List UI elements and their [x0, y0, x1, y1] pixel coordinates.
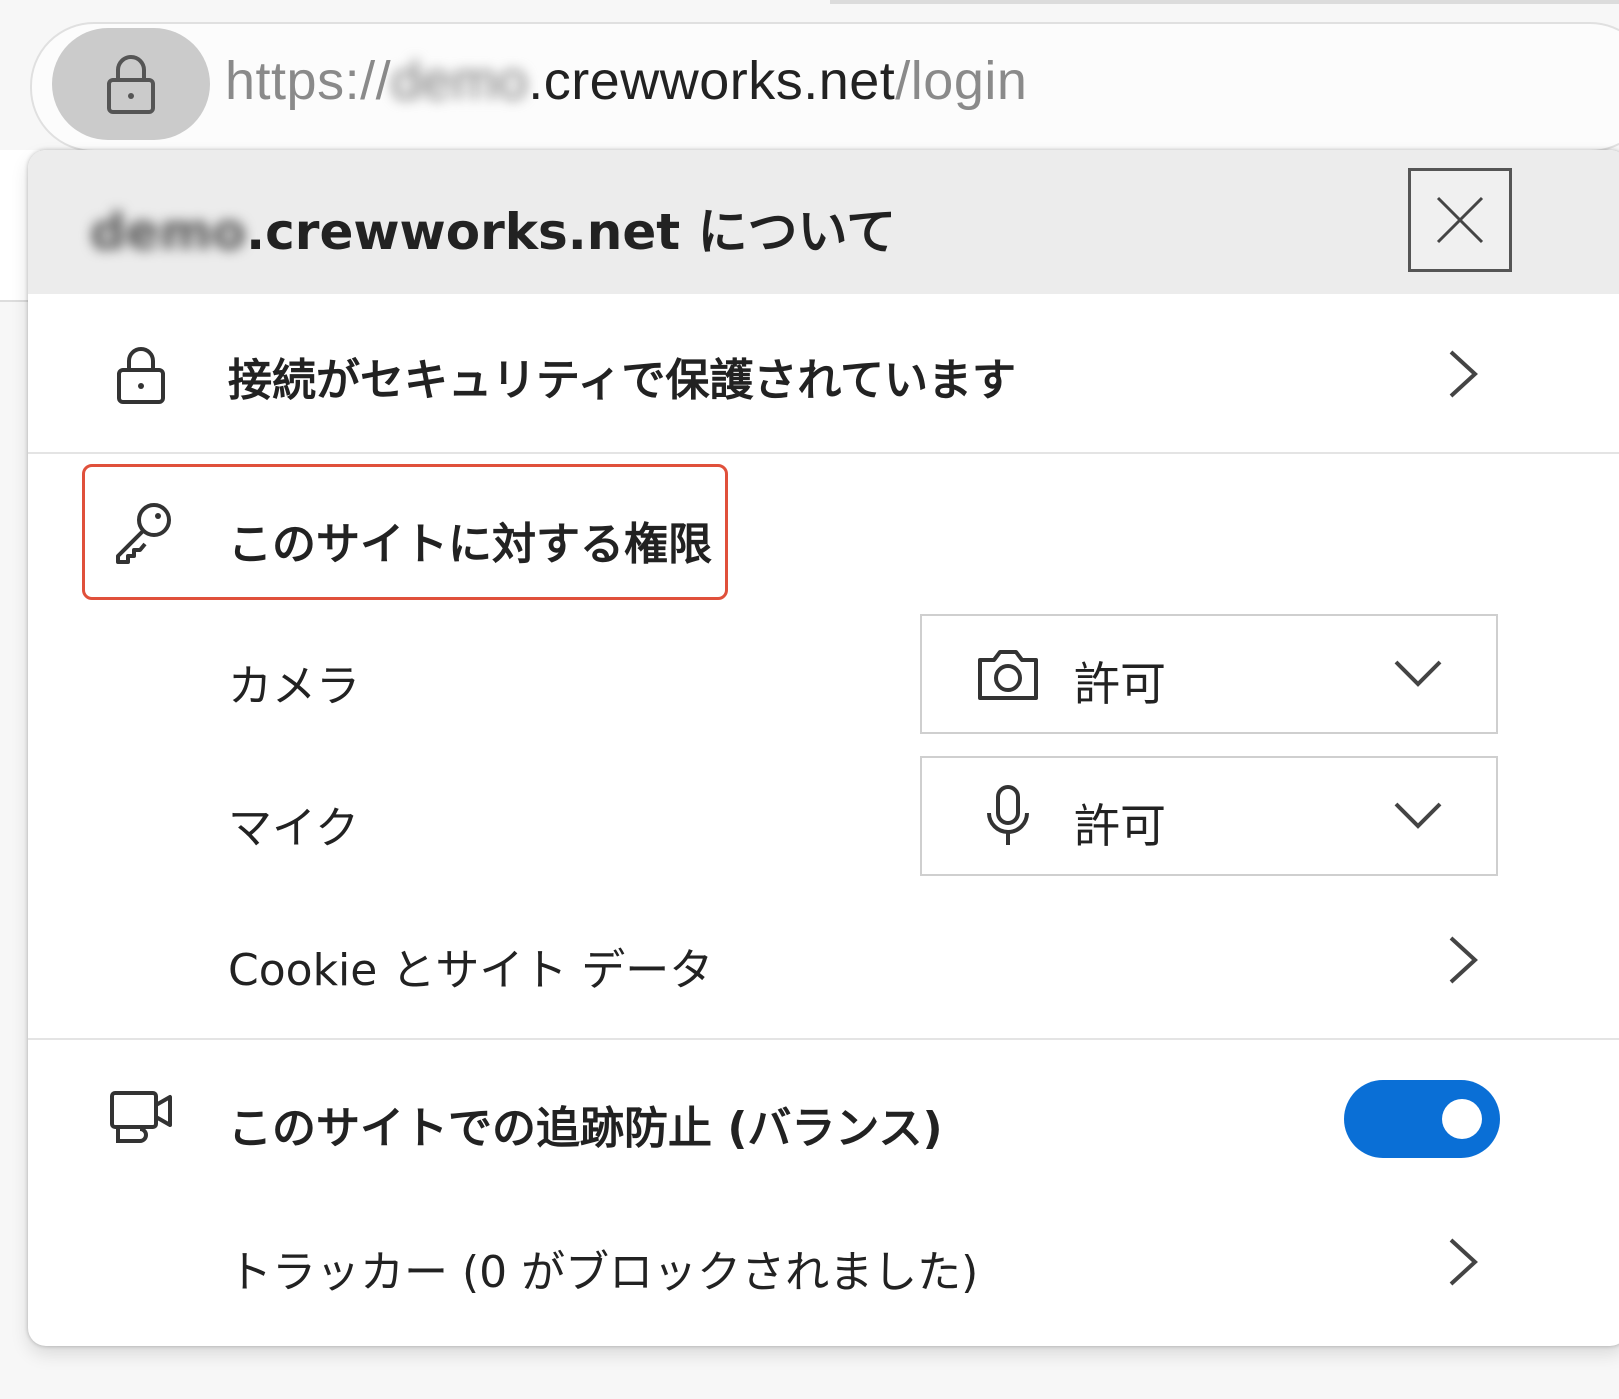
connection-security-row[interactable]: 接続がセキュリティで保護されています [28, 294, 1619, 452]
microphone-label: マイク [228, 803, 360, 854]
chevron-right-icon [1443, 1236, 1483, 1292]
chevron-right-icon [1443, 934, 1483, 990]
url-text[interactable]: https://demo.crewworks.net/login [225, 50, 1027, 112]
tab-strip-edge [830, 0, 1619, 4]
url-scheme: https:// [225, 51, 392, 111]
close-button[interactable] [1408, 168, 1512, 272]
browser-window: 【 https://demo.crewworks.net/login demo.… [0, 0, 1619, 1399]
camera-icon [974, 640, 1042, 708]
url-host: .crewworks.net [528, 51, 896, 111]
tracking-prevention-icon [108, 1084, 178, 1154]
url-path: /login [895, 51, 1028, 111]
camera-label: カメラ [228, 661, 360, 712]
flyout-title: demo.crewworks.net について [90, 192, 896, 264]
site-info-button[interactable] [52, 28, 210, 140]
cookies-label: Cookie とサイト データ [228, 945, 714, 996]
trackers-label: トラッカー (0 がブロックされました) [228, 1247, 979, 1298]
trackers-row[interactable]: トラッカー (0 がブロックされました) [28, 1190, 1619, 1340]
flyout-header: demo.crewworks.net について [28, 150, 1619, 294]
lock-icon [108, 342, 174, 408]
connection-label: 接続がセキュリティで保護されています [228, 355, 1017, 406]
microphone-icon [974, 782, 1042, 850]
camera-permission-value: 許可 [1074, 657, 1166, 711]
divider [28, 452, 1619, 454]
url-blurred-subdomain: demo [391, 51, 529, 111]
lock-icon [107, 55, 155, 114]
highlight-annotation [82, 464, 728, 600]
tracking-prevention-toggle[interactable] [1344, 1080, 1500, 1158]
microphone-permission-value: 許可 [1074, 799, 1166, 853]
toggle-knob [1442, 1099, 1482, 1139]
title-blurred-subdomain: demo [90, 203, 247, 261]
camera-permission-select[interactable]: 許可 [920, 614, 1498, 734]
tracking-prevention-label: このサイトでの追跡防止 (バランス) [228, 1103, 943, 1154]
microphone-permission-select[interactable]: 許可 [920, 756, 1498, 876]
chevron-down-icon [1392, 798, 1444, 836]
cookies-row[interactable]: Cookie とサイト データ [28, 890, 1619, 1040]
close-icon [1436, 196, 1484, 244]
chevron-right-icon [1443, 348, 1483, 404]
site-info-flyout: demo.crewworks.net について 接続がセキュリティで保護されてい… [28, 150, 1619, 1346]
title-domain: .crewworks.net について [246, 203, 897, 261]
chevron-down-icon [1392, 656, 1444, 694]
